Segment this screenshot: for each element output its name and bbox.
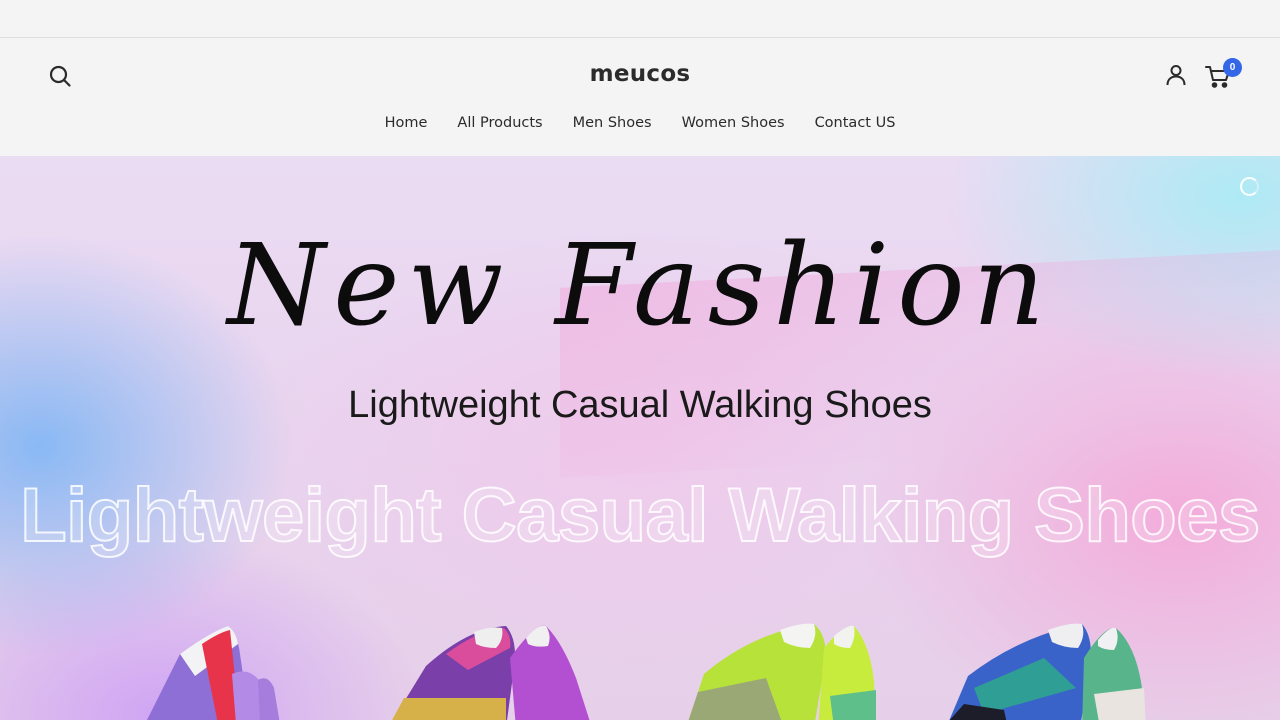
hero-watermark-text: Lightweight Casual Walking Shoes bbox=[19, 472, 1261, 559]
account-icon[interactable] bbox=[1164, 63, 1188, 87]
store-logo: meucos bbox=[0, 61, 1280, 87]
nav-item-women-shoes[interactable]: Women Shoes bbox=[682, 115, 785, 131]
shoe-image-red-purple bbox=[147, 626, 280, 720]
nav-item-contact-us[interactable]: Contact US bbox=[815, 115, 896, 131]
main-nav: Home All Products Men Shoes Women Shoes … bbox=[0, 115, 1280, 131]
nav-item-men-shoes[interactable]: Men Shoes bbox=[573, 115, 652, 131]
nav-item-all-products[interactable]: All Products bbox=[457, 115, 542, 131]
nav-item-home[interactable]: Home bbox=[385, 115, 428, 131]
cart-count-badge: 0 bbox=[1223, 58, 1242, 77]
hero-headline: New Fashion bbox=[227, 221, 1053, 351]
store-name-link[interactable]: meucos bbox=[590, 61, 691, 87]
shoe-image-blue-green bbox=[949, 623, 1146, 720]
search-icon[interactable] bbox=[48, 64, 72, 88]
announcement-bar bbox=[0, 0, 1280, 38]
shoe-image-purple-pink bbox=[392, 625, 590, 720]
slide-loading-indicator bbox=[1240, 177, 1259, 196]
hero-banner[interactable]: New Fashion Lightweight Casual Walking S… bbox=[0, 156, 1280, 720]
site-header: meucos 0 Home All Products Men Shoes Wom… bbox=[0, 38, 1280, 156]
hero-subheadline: Lightweight Casual Walking Shoes bbox=[348, 384, 932, 426]
shoe-image-lime-green bbox=[688, 623, 876, 720]
